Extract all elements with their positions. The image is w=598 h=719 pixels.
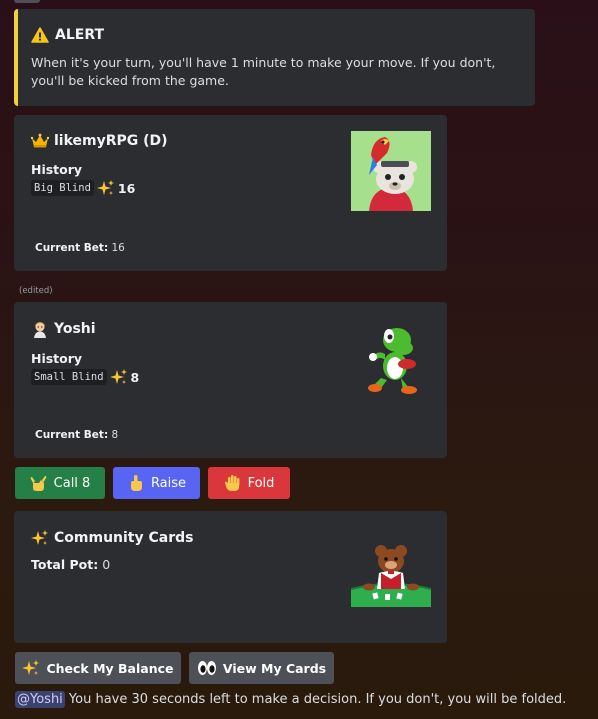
eyes-icon — [197, 660, 217, 676]
alert-header: ALERT — [31, 27, 519, 43]
player-name: Yoshi — [54, 321, 96, 337]
current-bet-value: 16 — [111, 242, 125, 254]
alert-title: ALERT — [55, 27, 105, 43]
pointing-up-icon — [127, 474, 145, 492]
fold-button[interactable]: Fold — [208, 467, 290, 499]
alert-text: When it's your turn, you'll have 1 minut… — [31, 55, 496, 88]
check-balance-button[interactable]: Check My Balance — [15, 652, 181, 684]
previous-message-stub — [14, 0, 40, 3]
total-pot-label: Total Pot: — [31, 557, 99, 572]
user-mention[interactable]: @Yoshi — [15, 691, 65, 708]
view-cards-label: View My Cards — [222, 660, 327, 676]
current-bet-label: Current Bet: — [35, 429, 109, 441]
fold-label: Fold — [247, 475, 275, 491]
community-cards-embed: Community Cards Total Pot: 0 — [14, 511, 447, 643]
current-bet-value: 8 — [111, 429, 119, 441]
player-embed-likemyrpg: likemyRPG (D) History Big Blind 16 Curre… — [14, 115, 447, 271]
history-action: Small Blind — [31, 369, 107, 385]
history-value: 8 — [130, 369, 140, 385]
call-label: Call 8 — [53, 475, 91, 491]
sparkles-icon — [22, 659, 40, 677]
player-embed-yoshi: Yoshi History Small Blind 8 Current Bet:… — [14, 302, 447, 458]
player-name: likemyRPG (D) — [54, 133, 168, 149]
current-bet: Current Bet: 8 — [35, 429, 118, 441]
footer-message: @Yoshi You have 30 seconds left to make … — [15, 691, 567, 708]
alert-embed: ALERT When it's your turn, you'll have 1… — [14, 9, 535, 106]
current-bet-label: Current Bet: — [35, 242, 109, 254]
warning-icon — [31, 27, 49, 43]
person-icon — [31, 320, 49, 338]
raise-button[interactable]: Raise — [113, 467, 200, 499]
call-button[interactable]: Call 8 — [15, 467, 105, 499]
sparkles-icon — [109, 368, 128, 386]
history-value: 16 — [117, 180, 136, 196]
footer-text: You have 30 seconds left to make a decis… — [64, 692, 567, 707]
check-balance-label: Check My Balance — [46, 660, 174, 676]
bear-with-parrot-avatar[interactable] — [351, 131, 431, 211]
crown-icon — [31, 133, 49, 149]
view-cards-button[interactable]: View My Cards — [189, 652, 334, 684]
edited-label: (edited) — [19, 286, 53, 296]
yoshi-avatar[interactable] — [351, 318, 431, 398]
community-title: Community Cards — [54, 530, 194, 546]
history-action: Big Blind — [31, 180, 94, 196]
total-pot-value: 0 — [102, 557, 111, 572]
sparkles-icon — [96, 179, 115, 197]
bear-dealer-table-image[interactable] — [351, 527, 431, 607]
call-hand-icon — [30, 474, 48, 492]
sparkles-icon — [31, 529, 49, 547]
current-bet: Current Bet: 16 — [35, 242, 125, 254]
raise-label: Raise — [150, 475, 187, 491]
raised-hand-icon — [224, 474, 242, 492]
